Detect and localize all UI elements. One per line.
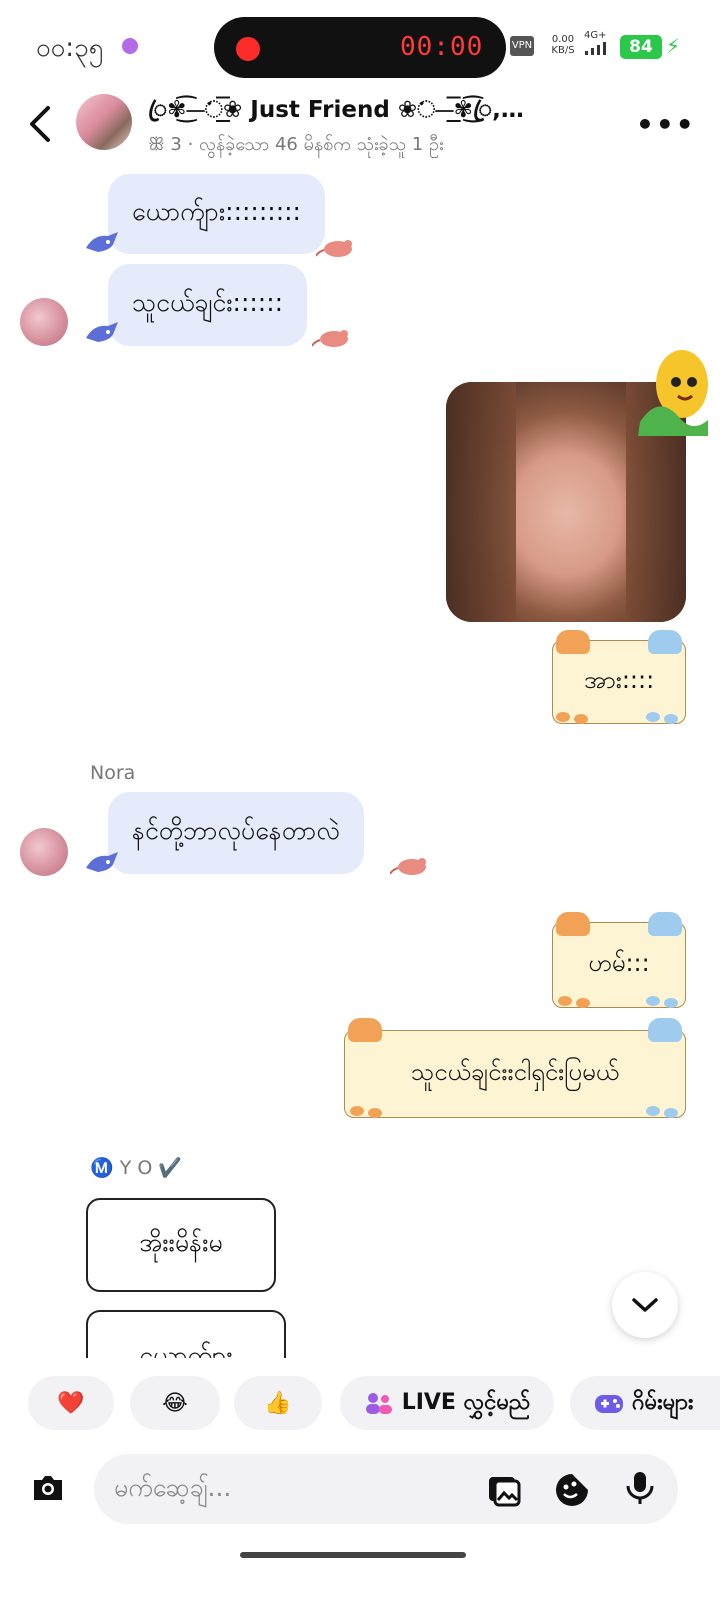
- camera-icon[interactable]: [30, 1470, 66, 1506]
- more-options-icon[interactable]: •••: [636, 108, 696, 141]
- message-text: အိုးးမိန်းမ: [139, 1227, 223, 1257]
- rat-sticker-icon: [312, 330, 348, 347]
- message-bubble[interactable]: နင်တို့ဘာလုပ်နေတာလဲ: [108, 792, 364, 874]
- sticker-icon[interactable]: [554, 1472, 590, 1508]
- sender-avatar[interactable]: [20, 298, 68, 346]
- note-card-message[interactable]: သူငယ်ချင်းးငါရှင်းပြမယ်: [344, 1030, 686, 1118]
- message-text: သူငယ်ချင်း::::::: [132, 287, 284, 317]
- dog-sticker-icon: [648, 912, 682, 936]
- status-bar: ၀၀:၃၅ 00:00 VPN 0.00 KB/S 4G+ 84 ⚡: [0, 0, 720, 90]
- message-text: သူငယ်ချင်းးငါရှင်းပြမယ်: [411, 1058, 619, 1086]
- sender-name: Nora: [90, 762, 136, 784]
- gamepad-icon: [595, 1395, 623, 1413]
- sender-avatar[interactable]: [20, 828, 68, 876]
- paw-icon: [664, 1108, 678, 1118]
- dog-sticker-icon: [648, 630, 682, 654]
- heart-icon: ❤️: [57, 1390, 85, 1416]
- games-label: ဂိမ်းများ: [632, 1389, 694, 1415]
- signal-icon: 4G+: [584, 30, 612, 58]
- dog-sticker-icon: [648, 1018, 682, 1042]
- message-text: ဟမ်:::: [588, 949, 650, 977]
- signal-bars-icon: [585, 42, 606, 55]
- scroll-to-bottom-button[interactable]: [612, 1272, 678, 1338]
- home-indicator[interactable]: [240, 1552, 466, 1558]
- paw-icon: [576, 998, 590, 1008]
- message-text: ယောက်ျား:::::::::: [132, 196, 301, 226]
- message-text: နင်တို့ဘာလုပ်နေတာလဲ: [132, 815, 340, 845]
- photo-hair-left: [446, 382, 516, 622]
- paw-icon: [368, 1108, 382, 1118]
- laugh-icon: 😂: [162, 1390, 188, 1416]
- microphone-icon[interactable]: [622, 1470, 658, 1506]
- charging-icon: ⚡: [666, 34, 681, 58]
- status-time: ၀၀:၃၅: [36, 33, 104, 63]
- network-type: 4G+: [584, 30, 607, 41]
- app-notification-icon: [122, 38, 138, 54]
- cat-sticker-icon: [556, 630, 590, 654]
- group-subtitle: ꕥ 3 · လွန်ခဲ့သော 46 မိနစ်က သုံးခဲ့သူ 1 ဦ…: [148, 134, 444, 155]
- shark-sticker-icon: [86, 322, 118, 342]
- chevron-down-icon: [632, 1298, 658, 1312]
- paw-icon: [574, 714, 588, 724]
- net-speed-value: 0.00: [551, 34, 575, 45]
- quick-reaction-heart[interactable]: ❤️: [28, 1376, 114, 1430]
- paw-icon: [646, 1106, 660, 1116]
- rat-sticker-icon: [316, 240, 352, 257]
- cat-sticker-icon: [348, 1018, 382, 1042]
- record-timer: 00:00: [400, 32, 484, 62]
- message-input-placeholder: မက်ဆေ့ချ်...: [114, 1473, 232, 1502]
- cat-sticker-icon: [556, 912, 590, 936]
- shark-sticker-icon: [86, 852, 118, 872]
- paw-icon: [556, 712, 570, 722]
- net-speed-unit: KB/S: [551, 45, 575, 56]
- quick-reaction-laugh[interactable]: 😂: [130, 1376, 220, 1430]
- paw-icon: [350, 1106, 364, 1116]
- battery-level: 84: [620, 35, 662, 59]
- rat-sticker-icon: [390, 858, 426, 875]
- corn-sticker-icon: [638, 350, 708, 436]
- sender-name: Ⓜ️ Y O ✔️: [90, 1157, 182, 1179]
- paw-icon: [646, 996, 660, 1006]
- paw-icon: [664, 714, 678, 724]
- people-icon: [365, 1393, 392, 1414]
- paw-icon: [558, 996, 572, 1006]
- net-speed: 0.00 KB/S: [546, 34, 580, 56]
- scroll-sticker-message[interactable]: အိုးးမိန်းမ: [86, 1198, 276, 1292]
- group-avatar[interactable]: [76, 94, 132, 150]
- shark-sticker-icon: [86, 232, 118, 252]
- message-text: ယောက်ျား: [139, 1341, 233, 1358]
- gallery-icon[interactable]: [486, 1472, 522, 1508]
- scroll-sticker-message[interactable]: ယောက်ျား: [86, 1310, 286, 1358]
- paw-icon: [664, 998, 678, 1008]
- quick-reaction-like[interactable]: 👍: [234, 1376, 322, 1430]
- go-live-button[interactable]: LIVE လွှင့်မည်: [340, 1376, 554, 1430]
- thumbs-up-icon: 👍: [264, 1390, 292, 1416]
- message-text: အား::::: [583, 666, 655, 694]
- vpn-icon: VPN: [510, 36, 534, 56]
- record-dot-icon: [236, 37, 260, 61]
- go-live-label: LIVE လွှင့်မည်: [401, 1389, 531, 1415]
- games-button[interactable]: ဂိမ်းများ: [570, 1376, 720, 1430]
- paw-icon: [646, 712, 660, 722]
- message-bubble[interactable]: ယောက်ျား:::::::::: [108, 174, 325, 254]
- back-arrow-icon[interactable]: [26, 102, 56, 146]
- message-bubble[interactable]: သူငယ်ချင်း::::::: [108, 264, 308, 346]
